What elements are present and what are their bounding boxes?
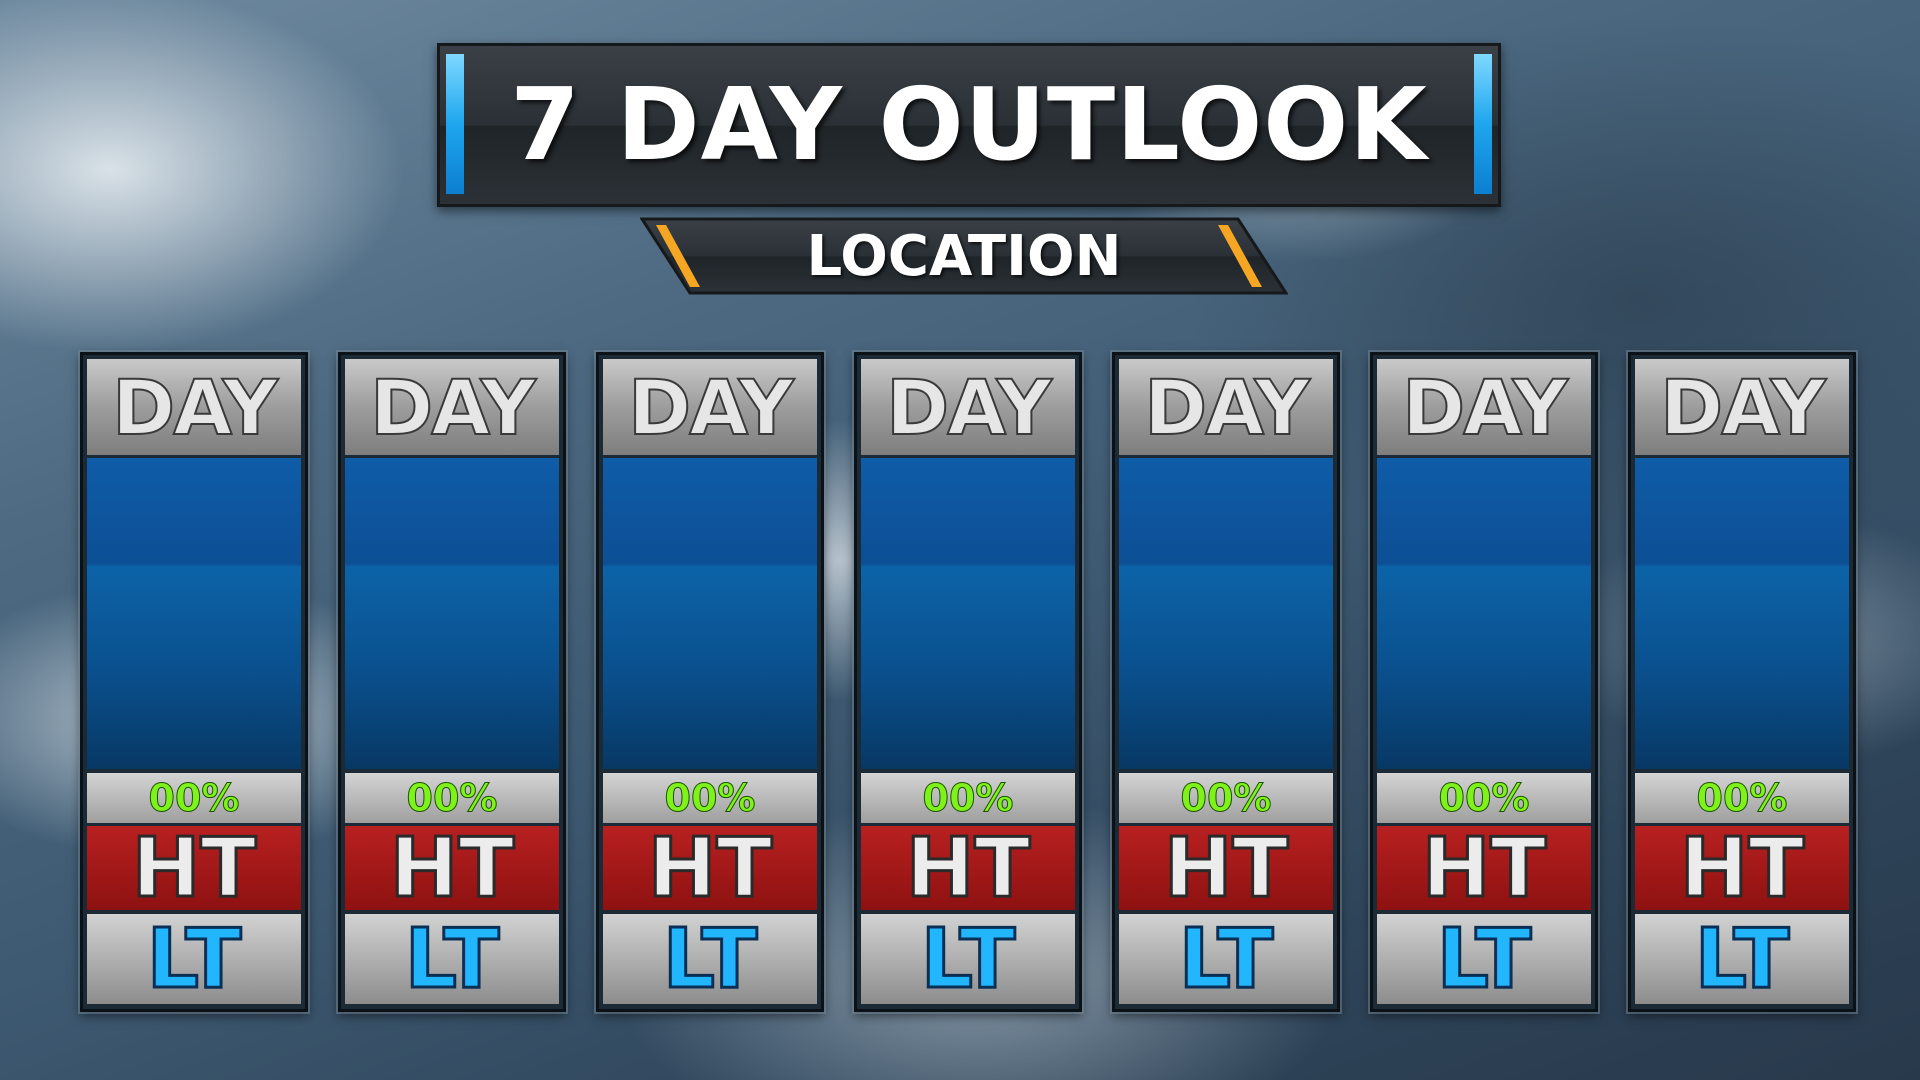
precip-chance: 00% — [861, 773, 1075, 823]
title-accent-right — [1474, 54, 1492, 194]
weather-icon-panel — [345, 458, 559, 769]
forecast-day-column: DAY 00% HT LT — [1112, 352, 1340, 1012]
day-label: DAY — [603, 359, 817, 455]
precip-chance: 00% — [603, 773, 817, 823]
precip-chance: 00% — [1119, 773, 1333, 823]
page-title: 7 DAY OUTLOOK — [510, 66, 1428, 183]
precip-chance: 00% — [1635, 773, 1849, 823]
forecast-columns: DAY 00% HT LT DAY 00% HT LT DAY 00% HT L… — [80, 352, 1857, 1012]
title-accent-left — [446, 54, 464, 194]
weather-icon-panel — [861, 458, 1075, 769]
high-temp: HT — [87, 819, 301, 917]
precip-chance: 00% — [1377, 773, 1591, 823]
day-label: DAY — [1377, 359, 1591, 455]
high-temp: HT — [1377, 819, 1591, 917]
precip-chance: 00% — [345, 773, 559, 823]
day-label: DAY — [1635, 359, 1849, 455]
location-banner: LOCATION — [640, 217, 1288, 295]
high-temp: HT — [1119, 819, 1333, 917]
low-temp: LT — [603, 910, 817, 1008]
weather-icon-panel — [87, 458, 301, 769]
day-label: DAY — [861, 359, 1075, 455]
high-temp: HT — [345, 819, 559, 917]
low-temp: LT — [1377, 910, 1591, 1008]
forecast-day-column: DAY 00% HT LT — [338, 352, 566, 1012]
forecast-day-column: DAY 00% HT LT — [1628, 352, 1856, 1012]
weather-icon-panel — [603, 458, 817, 769]
weather-icon-panel — [1635, 458, 1849, 769]
low-temp: LT — [1119, 910, 1333, 1008]
day-label: DAY — [1119, 359, 1333, 455]
low-temp: LT — [345, 910, 559, 1008]
weather-icon-panel — [1377, 458, 1591, 769]
high-temp: HT — [861, 819, 1075, 917]
forecast-day-column: DAY 00% HT LT — [854, 352, 1082, 1012]
low-temp: LT — [1635, 910, 1849, 1008]
title-banner: 7 DAY OUTLOOK — [437, 43, 1501, 207]
location-label: LOCATION — [806, 223, 1122, 289]
precip-chance: 00% — [87, 773, 301, 823]
low-temp: LT — [861, 910, 1075, 1008]
forecast-day-column: DAY 00% HT LT — [80, 352, 308, 1012]
weather-icon-panel — [1119, 458, 1333, 769]
high-temp: HT — [603, 819, 817, 917]
day-label: DAY — [87, 359, 301, 455]
forecast-day-column: DAY 00% HT LT — [1370, 352, 1598, 1012]
high-temp: HT — [1635, 819, 1849, 917]
low-temp: LT — [87, 910, 301, 1008]
forecast-day-column: DAY 00% HT LT — [596, 352, 824, 1012]
day-label: DAY — [345, 359, 559, 455]
